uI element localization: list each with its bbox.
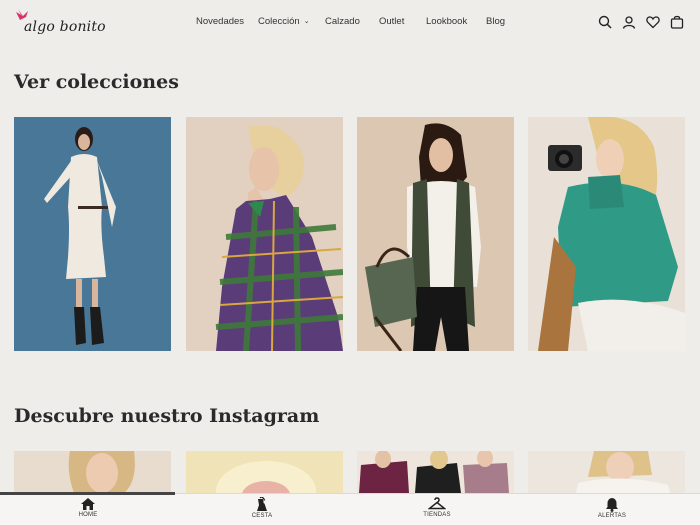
bottom-nav-tiendas[interactable]: TIENDAS — [397, 497, 477, 518]
collection-card-1[interactable] — [14, 117, 171, 351]
nav-item-blog[interactable]: Blog — [486, 16, 505, 27]
nav-item-novedades[interactable]: Novedades — [196, 16, 244, 27]
collection-image-4 — [528, 117, 685, 351]
bottom-nav-tiendas-label: TIENDAS — [423, 512, 451, 518]
bell-icon — [606, 498, 618, 512]
nav-item-lookbook[interactable]: Lookbook — [426, 16, 467, 27]
chevron-down-icon: ⌄ — [303, 18, 310, 25]
collection-image-2 — [186, 117, 343, 351]
nav-item-coleccion[interactable]: Colección ⌄ — [258, 16, 310, 27]
header-actions — [598, 14, 684, 32]
site-header: algo bonito Novedades Colección ⌄ Calzado… — [0, 0, 700, 48]
bottom-nav-home-label: HOME — [78, 512, 98, 518]
home-icon — [81, 498, 95, 510]
nav-item-calzado[interactable]: Calzado — [325, 16, 360, 27]
instagram-image-2 — [186, 451, 343, 493]
collection-card-3[interactable] — [357, 117, 514, 351]
heart-icon[interactable] — [646, 14, 660, 29]
instagram-post-2[interactable] — [186, 451, 343, 493]
instagram-post-1[interactable] — [14, 451, 171, 493]
instagram-post-4[interactable] — [528, 451, 685, 493]
bottom-nav-home[interactable]: HOME — [48, 497, 128, 518]
bottom-nav-alertas-label: ALERTAS — [597, 513, 627, 519]
hanger-icon — [428, 497, 446, 510]
search-icon[interactable] — [598, 14, 612, 29]
main-nav: Novedades Colección ⌄ Calzado Outlet Look… — [0, 16, 700, 32]
bottom-nav-alertas[interactable]: ALERTAS — [572, 497, 652, 519]
cart-icon — [257, 497, 267, 511]
instagram-image-1 — [14, 451, 171, 493]
bag-icon[interactable] — [670, 14, 684, 29]
instagram-post-3[interactable] — [357, 451, 514, 493]
instagram-title: Descubre nuestro Instagram — [14, 405, 320, 427]
bottom-nav: HOME CESTA TIENDAS ALERTAS — [0, 492, 700, 525]
instagram-image-4 — [528, 451, 685, 493]
nav-item-coleccion-label: Colección — [258, 16, 300, 27]
collection-image-1 — [14, 117, 171, 351]
collections-title: Ver colecciones — [14, 71, 179, 93]
collection-card-4[interactable] — [528, 117, 685, 351]
instagram-image-3 — [357, 451, 514, 493]
active-tab-indicator — [0, 492, 175, 495]
bottom-nav-cesta-label: CESTA — [251, 513, 273, 519]
collection-card-2[interactable] — [186, 117, 343, 351]
user-icon[interactable] — [622, 14, 636, 29]
nav-item-outlet[interactable]: Outlet — [379, 16, 404, 27]
collection-image-3 — [357, 117, 514, 351]
bottom-nav-cesta[interactable]: CESTA — [222, 497, 302, 519]
